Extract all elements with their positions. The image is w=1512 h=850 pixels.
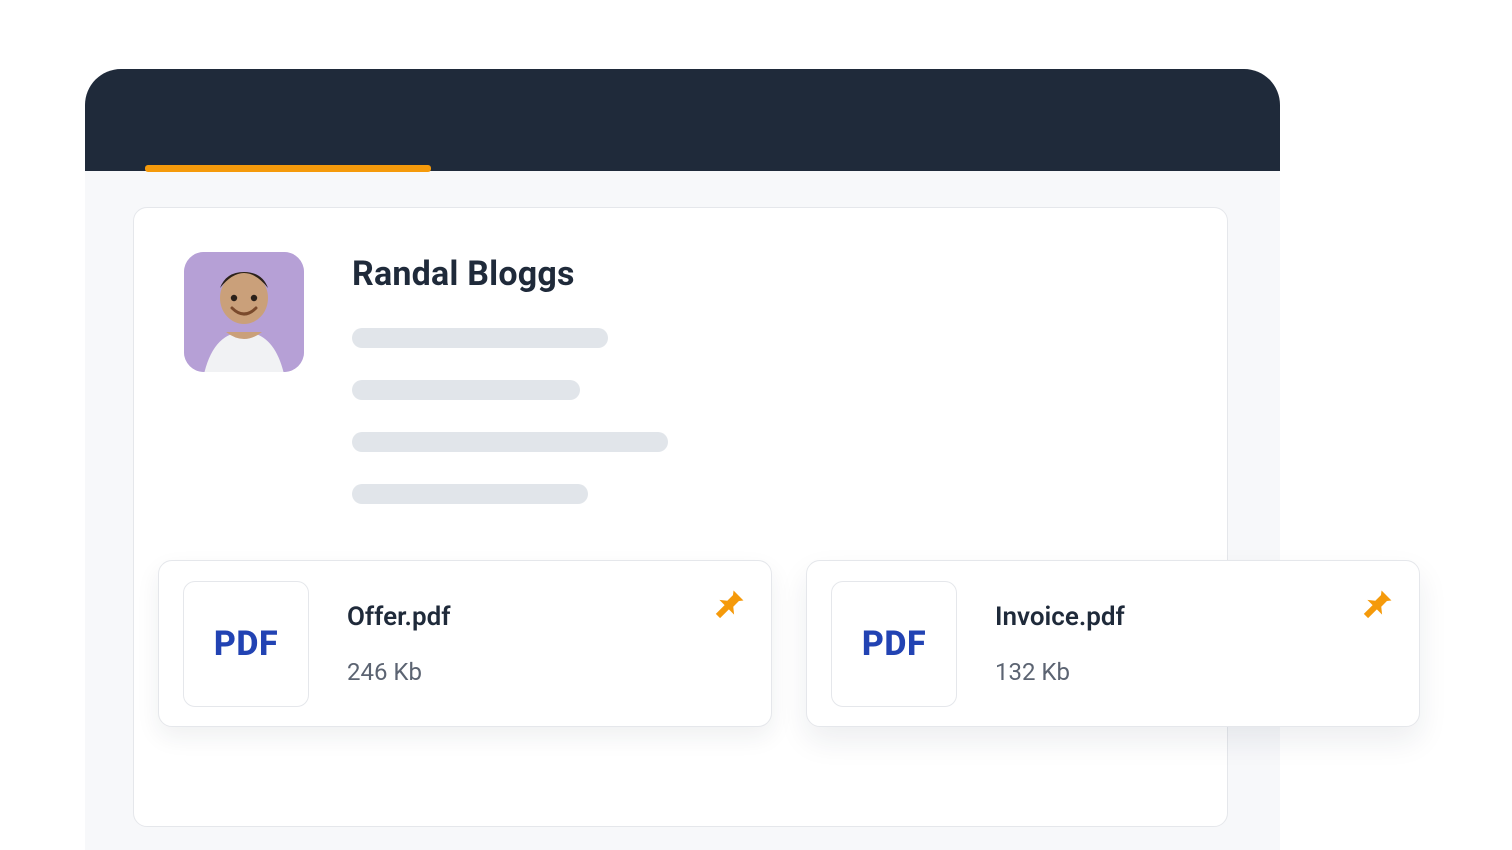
file-size: 246 Kb [347,658,747,686]
file-meta: Invoice.pdf 132 Kb [995,602,1395,686]
skeleton-line [352,484,588,504]
file-size: 132 Kb [995,658,1395,686]
window-titlebar [85,69,1280,171]
avatar[interactable] [184,252,304,372]
file-type-label: PDF [214,624,278,664]
active-tab-indicator [145,165,431,172]
file-type-badge: PDF [831,581,957,707]
app-window: Randal Bloggs [85,69,1280,850]
profile-row: Randal Bloggs [184,252,1177,504]
file-type-label: PDF [862,624,926,664]
profile-skeletons [352,328,1177,504]
skeleton-line [352,432,668,452]
file-type-badge: PDF [183,581,309,707]
stage: Randal Bloggs PDF Offer.pdf 246 Kb [0,0,1512,850]
file-name: Invoice.pdf [995,602,1395,632]
file-meta: Offer.pdf 246 Kb [347,602,747,686]
skeleton-line [352,328,608,348]
skeleton-line [352,380,580,400]
pin-icon[interactable] [1361,587,1395,621]
profile-panel: Randal Bloggs [133,207,1228,827]
file-card[interactable]: PDF Offer.pdf 246 Kb [158,560,772,727]
file-name: Offer.pdf [347,602,747,632]
file-card[interactable]: PDF Invoice.pdf 132 Kb [806,560,1420,727]
pin-icon[interactable] [713,587,747,621]
profile-meta: Randal Bloggs [352,252,1177,504]
profile-name: Randal Bloggs [352,254,1177,294]
